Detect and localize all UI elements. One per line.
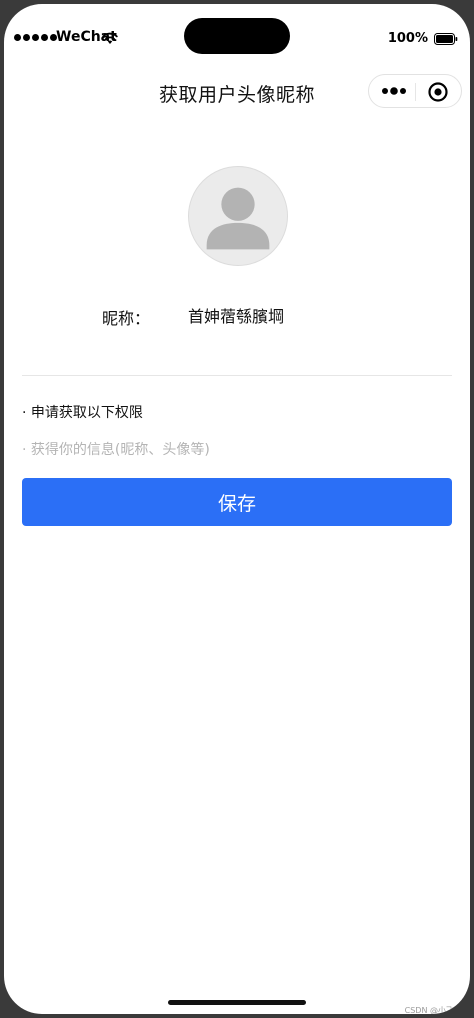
more-dots-icon[interactable] xyxy=(381,85,407,97)
phone-screen: WeChat 100% 获取用户头像昵称 昵称： 首妽蓿綔臏堈 · 申请获取以下… xyxy=(4,4,470,1014)
signal-dots-icon xyxy=(14,34,57,41)
permission-description: · 获得你的信息(昵称、头像等) xyxy=(22,442,210,458)
avatar-button[interactable] xyxy=(188,166,288,266)
watermark: CSDN @小飞侠 xyxy=(404,1006,462,1014)
default-avatar-icon xyxy=(206,187,270,250)
capsule-divider xyxy=(415,83,416,101)
battery-icon xyxy=(434,33,458,45)
dynamic-island xyxy=(184,18,290,54)
target-close-icon[interactable] xyxy=(427,81,449,103)
permission-title: · 申请获取以下权限 xyxy=(22,405,143,421)
status-bar: WeChat 100% xyxy=(4,4,470,68)
nickname-input[interactable] xyxy=(184,301,388,329)
home-indicator[interactable] xyxy=(168,1000,306,1005)
nickname-label: 昵称： xyxy=(102,309,151,328)
divider xyxy=(22,375,452,376)
save-button[interactable]: 保存 xyxy=(22,478,452,526)
wifi-icon xyxy=(102,32,118,44)
battery-percentage: 100% xyxy=(387,31,428,46)
mini-program-capsule xyxy=(368,74,462,108)
